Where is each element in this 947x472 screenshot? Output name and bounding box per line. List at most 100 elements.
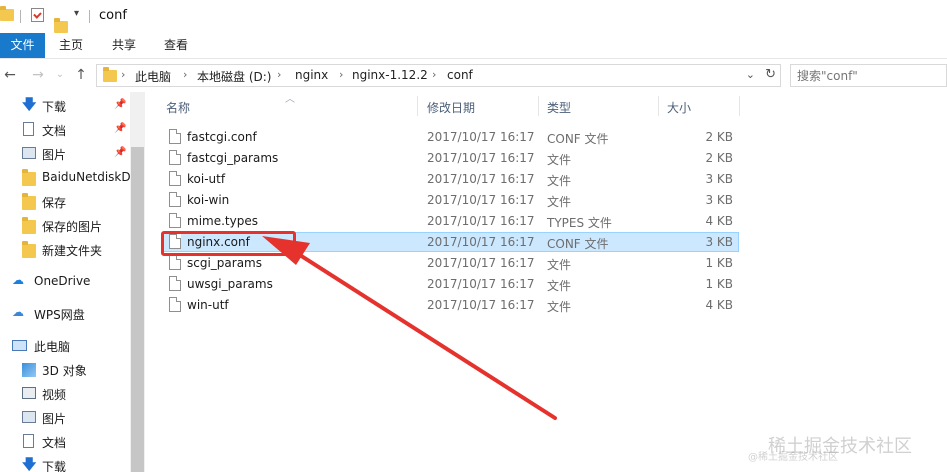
sidebar-item-label: 保存的图片	[42, 220, 103, 234]
sidebar-item-label: BaiduNetdiskD	[42, 170, 131, 184]
title-bar: ▾ conf	[0, 0, 947, 33]
breadcrumb-separator-icon[interactable]: ›	[277, 68, 281, 81]
breadcrumb-nginx[interactable]: nginx	[295, 68, 328, 82]
pictures-icon	[22, 147, 36, 159]
sidebar-item-baidunetdisk[interactable]: BaiduNetdiskD	[0, 166, 131, 190]
tab-share[interactable]: 共享	[103, 33, 145, 58]
window-title: conf	[99, 8, 127, 23]
file-name: win-utf	[187, 298, 229, 312]
sidebar-item-new-folder[interactable]: 新建文件夹	[0, 238, 130, 262]
sidebar-item-documents[interactable]: 文档 📌	[0, 118, 130, 142]
breadcrumb-separator-icon[interactable]: ›	[339, 68, 343, 81]
search-box[interactable]	[790, 64, 947, 87]
file-icon	[169, 297, 181, 312]
file-icon	[169, 150, 181, 165]
properties-icon[interactable]	[31, 8, 44, 22]
file-name: koi-win	[187, 193, 230, 207]
file-row[interactable]: fastcgi.conf 2017/10/17 16:17 CONF 文件 2 …	[162, 127, 739, 147]
column-divider[interactable]	[658, 96, 659, 116]
file-row[interactable]: win-utf 2017/10/17 16:17 文件 4 KB	[162, 295, 739, 315]
sidebar-scrollbar-thumb[interactable]	[131, 147, 144, 472]
file-date: 2017/10/17 16:17	[427, 151, 535, 165]
breadcrumb-nginx-version[interactable]: nginx-1.12.2	[352, 68, 428, 82]
download-icon: 🡇	[22, 97, 37, 113]
file-icon	[169, 171, 181, 186]
breadcrumb-drive-d[interactable]: 本地磁盘 (D:)	[197, 68, 271, 85]
file-size: 1 KB	[705, 277, 733, 291]
file-icon	[169, 276, 181, 291]
recent-dropdown-icon[interactable]: ⌄	[52, 67, 68, 83]
file-date: 2017/10/17 16:17	[427, 298, 535, 312]
sidebar-item-saved-pictures[interactable]: 保存的图片	[0, 214, 130, 238]
back-arrow-icon[interactable]: ←	[2, 67, 18, 83]
breadcrumb-separator-icon[interactable]: ›	[432, 68, 436, 81]
breadcrumb-conf[interactable]: conf	[447, 68, 473, 82]
column-header-size[interactable]: 大小	[667, 99, 691, 116]
file-type: CONF 文件	[547, 132, 609, 146]
column-header-name[interactable]: 名称	[166, 99, 190, 116]
file-date: 2017/10/17 16:17	[427, 256, 535, 270]
search-input[interactable]	[791, 65, 946, 86]
breadcrumb-this-pc[interactable]: 此电脑	[135, 68, 171, 85]
sidebar-item-onedrive[interactable]: ☁ OneDrive	[0, 270, 130, 294]
tab-view[interactable]: 查看	[155, 33, 197, 58]
column-divider[interactable]	[739, 96, 740, 116]
sidebar-item-label: 视频	[42, 388, 67, 402]
sidebar-item-pc-documents[interactable]: 文档	[0, 430, 130, 454]
file-name: koi-utf	[187, 172, 226, 186]
forward-arrow-icon[interactable]: →	[30, 67, 46, 83]
file-size: 2 KB	[705, 151, 733, 165]
pin-icon: 📌	[114, 123, 127, 134]
column-divider[interactable]	[538, 96, 539, 116]
file-type: CONF 文件	[547, 237, 609, 251]
3d-objects-icon	[22, 363, 36, 377]
up-arrow-icon[interactable]: ↑	[73, 67, 89, 83]
sidebar-item-label: 此电脑	[34, 340, 71, 354]
refresh-icon[interactable]: ↻	[765, 67, 776, 82]
file-name: uwsgi_params	[187, 277, 273, 291]
customize-arrow-icon[interactable]: ▾	[74, 8, 79, 19]
sidebar-item-videos[interactable]: 视频	[0, 382, 130, 406]
sidebar-item-downloads[interactable]: 🡇 下载 📌	[0, 94, 130, 118]
sidebar-item-pc-pictures[interactable]: 图片	[0, 406, 130, 430]
file-date: 2017/10/17 16:17	[427, 214, 535, 228]
document-icon	[23, 122, 34, 136]
tab-file[interactable]: 文件	[0, 33, 45, 58]
sidebar-item-label: WPS网盘	[34, 308, 85, 322]
file-type: 文件	[547, 258, 572, 272]
breadcrumb-separator-icon[interactable]: ›	[121, 68, 125, 81]
file-row[interactable]: mime.types 2017/10/17 16:17 TYPES 文件 4 K…	[162, 211, 739, 231]
address-dropdown-icon[interactable]: ⌄	[746, 68, 755, 81]
sidebar-item-label: 3D 对象	[42, 364, 87, 378]
file-size: 4 KB	[705, 298, 733, 312]
breadcrumb-separator-icon[interactable]: ›	[183, 68, 187, 81]
sidebar-item-label: 保存	[42, 196, 67, 210]
file-row[interactable]: uwsgi_params 2017/10/17 16:17 文件 1 KB	[162, 274, 739, 294]
sidebar-item-wps-cloud[interactable]: ☁ WPS网盘	[0, 302, 130, 326]
sidebar-item-pictures[interactable]: 图片 📌	[0, 142, 130, 166]
tab-home[interactable]: 主页	[50, 33, 92, 58]
column-header-type[interactable]: 类型	[547, 99, 571, 116]
file-icon	[169, 129, 181, 144]
sidebar-item-save[interactable]: 保存	[0, 190, 130, 214]
file-row[interactable]: scgi_params 2017/10/17 16:17 文件 1 KB	[162, 253, 739, 273]
file-row[interactable]: koi-win 2017/10/17 16:17 文件 3 KB	[162, 190, 739, 210]
file-type: 文件	[547, 195, 572, 209]
pin-icon: 📌	[114, 147, 127, 158]
sidebar-item-3d-objects[interactable]: 3D 对象	[0, 358, 130, 382]
computer-icon	[12, 340, 27, 351]
address-folder-icon	[103, 67, 117, 82]
column-header-date[interactable]: 修改日期	[427, 99, 475, 116]
sidebar-item-label: 图片	[42, 412, 67, 426]
folder-icon	[22, 169, 36, 186]
separator	[89, 10, 90, 23]
sidebar-item-this-pc[interactable]: 此电脑	[0, 334, 130, 358]
file-row[interactable]: fastcgi_params 2017/10/17 16:17 文件 2 KB	[162, 148, 739, 168]
address-bar[interactable]: › 此电脑 › 本地磁盘 (D:) › nginx › nginx-1.12.2…	[96, 64, 781, 87]
sidebar-item-pc-downloads[interactable]: 🡇 下载	[0, 454, 130, 472]
file-row[interactable]: koi-utf 2017/10/17 16:17 文件 3 KB	[162, 169, 739, 189]
folder-icon	[22, 193, 36, 210]
file-size: 4 KB	[705, 214, 733, 228]
column-divider[interactable]	[417, 96, 418, 116]
new-folder-icon[interactable]	[54, 18, 68, 33]
